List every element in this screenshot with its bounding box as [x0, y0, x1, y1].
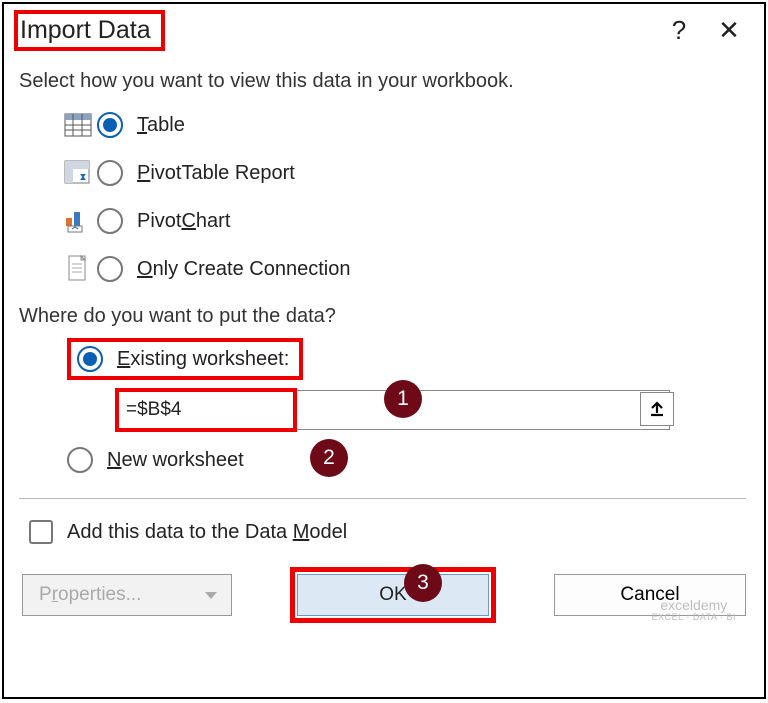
label-pivottable: PivotTable Report [137, 162, 295, 185]
instruction-text: Select how you want to view this data in… [19, 70, 746, 93]
option-row-connection: Only Create Connection [19, 245, 746, 293]
label-table: Table [137, 114, 185, 137]
ok-button[interactable]: OK [297, 574, 489, 616]
watermark: exceldemy EXCEL · DATA · BI [652, 598, 736, 623]
properties-button[interactable]: Properties... [22, 574, 232, 616]
pivotchart-icon [59, 208, 97, 234]
radio-pivottable[interactable] [97, 160, 123, 186]
label-connection: Only Create Connection [137, 258, 350, 281]
option-row-new: New worksheet [19, 436, 746, 484]
option-row-pivotchart: PivotChart [19, 197, 746, 245]
highlight-box-ok: OK [290, 567, 496, 623]
button-bar: Properties... OK Cancel [4, 555, 764, 635]
label-data-model: Add this data to the Data Model [67, 521, 347, 544]
option-row-table: Table [19, 101, 746, 149]
close-button[interactable]: ✕ [704, 15, 754, 46]
radio-table[interactable] [97, 112, 123, 138]
data-model-row: Add this data to the Data Model [19, 509, 746, 555]
import-data-dialog: Import Data ? ✕ Select how you want to v… [2, 2, 766, 699]
option-row-pivottable: PivotTable Report [19, 149, 746, 197]
highlight-box-existing: Existing worksheet: [67, 338, 303, 380]
radio-existing[interactable] [77, 346, 103, 372]
option-row-existing: Existing worksheet: [19, 334, 746, 384]
connection-icon [59, 255, 97, 283]
collapse-dialog-button[interactable] [640, 392, 674, 426]
checkbox-data-model[interactable] [29, 520, 53, 544]
radio-new[interactable] [67, 447, 93, 473]
label-existing: Existing worksheet: [117, 348, 289, 371]
radio-connection[interactable] [97, 256, 123, 282]
range-input-row [19, 384, 746, 436]
divider [19, 498, 746, 499]
radio-pivotchart[interactable] [97, 208, 123, 234]
where-question: Where do you want to put the data? [19, 305, 746, 328]
table-icon [59, 113, 97, 137]
label-new: New worksheet [107, 449, 244, 472]
dialog-title: Import Data [14, 10, 165, 51]
step-badge-2: 2 [310, 439, 348, 477]
step-badge-1: 1 [384, 380, 422, 418]
help-button[interactable]: ? [654, 15, 704, 46]
step-badge-3: 3 [404, 564, 442, 602]
pivottable-icon [59, 160, 97, 186]
titlebar: Import Data ? ✕ [4, 4, 764, 56]
label-pivotchart: PivotChart [137, 210, 230, 233]
